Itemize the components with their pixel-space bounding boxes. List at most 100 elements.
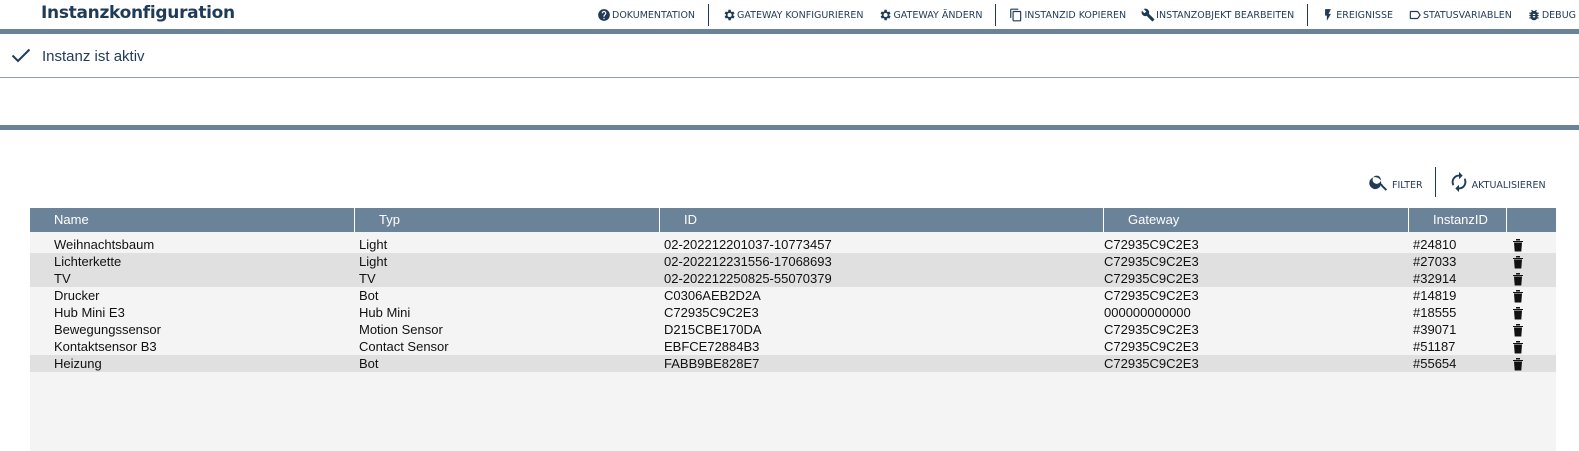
events-label: EREIGNISSE: [1336, 9, 1393, 21]
cell-type: Contact Sensor: [359, 339, 449, 354]
cell-instance-id: #55654: [1413, 356, 1457, 371]
toolbar-divider: [1307, 4, 1309, 26]
gear-icon: [724, 9, 735, 21]
cell-gateway: C72935C9C2E3: [1104, 271, 1199, 286]
cell-name: TV: [54, 271, 71, 286]
bug-icon: [1529, 9, 1539, 21]
table-row[interactable]: Kontaktsensor B3 Contact Sensor EBFCE728…: [30, 338, 1556, 355]
debug-label: DEBUG: [1541, 9, 1577, 21]
cell-type: Hub Mini: [359, 305, 411, 320]
trash-icon[interactable]: [1512, 323, 1524, 337]
status-variables-label: STATUSVARIABLEN: [1423, 9, 1512, 21]
list-actions: FILTER AKTUALISIEREN: [1368, 166, 1546, 198]
table-row[interactable]: Lichterkette Light 02-202212231556-17068…: [30, 253, 1556, 270]
cell-gateway: C72935C9C2E3: [1104, 237, 1199, 252]
column-header-gateway[interactable]: Gateway: [1103, 208, 1408, 232]
check-icon: [11, 48, 31, 63]
documentation-label: DOKUMENTATION: [612, 9, 696, 21]
gear-icon: [881, 9, 892, 21]
cell-type: Motion Sensor: [359, 322, 443, 337]
copy-instance-id-label: INSTANZID KOPIEREN: [1024, 9, 1127, 21]
cell-name: Bewegungssensor: [54, 322, 161, 337]
cell-id: C0306AEB2D2A: [664, 288, 761, 303]
top-bar: Instanzkonfiguration DOKUMENTATION GATEW…: [0, 0, 1579, 29]
label-icon: [1409, 10, 1421, 20]
refresh-label: AKTUALISIEREN: [1471, 180, 1546, 191]
filter-label: FILTER: [1392, 180, 1423, 191]
cell-id: FABB9BE828E7: [664, 356, 760, 371]
toolbar-divider: [708, 4, 710, 26]
instance-status: Instanz ist aktiv: [0, 34, 1579, 77]
column-header-type[interactable]: Typ: [354, 208, 659, 232]
table-body: Weihnachtsbaum Light 02-202212201037-107…: [30, 236, 1556, 372]
section-divider: [0, 125, 1579, 130]
cell-id: 02-202212250825-55070379: [664, 271, 832, 286]
table-header: Name Typ ID Gateway InstanzID: [30, 208, 1556, 232]
cell-instance-id: #18555: [1413, 305, 1457, 320]
gateway-change-label: GATEWAY ÄNDERN: [893, 9, 983, 21]
cell-instance-id: #27033: [1413, 254, 1457, 269]
column-header-name[interactable]: Name: [30, 208, 354, 232]
cell-id: D215CBE170DA: [664, 322, 762, 337]
cell-type: Bot: [359, 288, 379, 303]
refresh-button[interactable]: AKTUALISIEREN: [1448, 171, 1546, 193]
cell-type: TV: [359, 271, 376, 286]
table-row[interactable]: TV TV 02-202212250825-55070379 C72935C9C…: [30, 270, 1556, 287]
documentation-button[interactable]: DOKUMENTATION: [597, 5, 695, 25]
cell-gateway: C72935C9C2E3: [1104, 288, 1199, 303]
events-button[interactable]: EREIGNISSE: [1321, 5, 1393, 25]
cell-name: Kontaktsensor B3: [54, 339, 157, 354]
cell-gateway: C72935C9C2E3: [1104, 339, 1199, 354]
help-circle-icon: [598, 9, 610, 21]
cell-instance-id: #39071: [1413, 322, 1457, 337]
cell-id: C72935C9C2E3: [664, 305, 759, 320]
trash-icon[interactable]: [1512, 306, 1524, 320]
trash-icon[interactable]: [1512, 238, 1524, 252]
edit-instance-object-label: INSTANZOBJEKT BEARBEITEN: [1156, 9, 1295, 21]
toolbar-divider: [995, 4, 997, 26]
edit-instance-object-button[interactable]: INSTANZOBJEKT BEARBEITEN: [1141, 5, 1294, 25]
cell-gateway: C72935C9C2E3: [1104, 322, 1199, 337]
trash-icon[interactable]: [1512, 357, 1524, 371]
cell-id: EBFCE72884B3: [664, 339, 760, 354]
cell-name: Drucker: [54, 288, 100, 303]
trash-icon[interactable]: [1512, 340, 1524, 354]
column-header-actions: [1506, 208, 1556, 232]
cell-id: 02-202212201037-10773457: [664, 237, 832, 252]
instance-table: Name Typ ID Gateway InstanzID Weihnachts…: [30, 208, 1556, 451]
cell-instance-id: #51187: [1413, 339, 1456, 354]
trash-icon[interactable]: [1512, 289, 1524, 303]
table-row[interactable]: Bewegungssensor Motion Sensor D215CBE170…: [30, 321, 1556, 338]
trash-icon[interactable]: [1512, 272, 1524, 286]
cell-gateway: C72935C9C2E3: [1104, 356, 1199, 371]
cell-gateway: C72935C9C2E3: [1104, 254, 1199, 269]
cell-instance-id: #24810: [1413, 237, 1457, 252]
trash-icon[interactable]: [1512, 255, 1524, 269]
refresh-icon: [1451, 171, 1466, 193]
flash-icon: [1325, 9, 1332, 21]
cell-type: Light: [359, 254, 388, 269]
copy-instance-id-button[interactable]: INSTANZID KOPIEREN: [1009, 5, 1126, 25]
toolbar: DOKUMENTATION GATEWAY KONFIGURIEREN GATE…: [597, 4, 1576, 26]
table-row[interactable]: Heizung Bot FABB9BE828E7 C72935C9C2E3 #5…: [30, 355, 1556, 372]
status-text: Instanz ist aktiv: [42, 48, 145, 65]
cell-gateway: 000000000000: [1104, 305, 1191, 320]
status-variables-button[interactable]: STATUSVARIABLEN: [1408, 5, 1512, 25]
table-row[interactable]: Weihnachtsbaum Light 02-202212201037-107…: [30, 236, 1556, 253]
column-header-instance-id[interactable]: InstanzID: [1408, 208, 1506, 232]
debug-button[interactable]: DEBUG: [1527, 5, 1576, 25]
gateway-change-button[interactable]: GATEWAY ÄNDERN: [878, 5, 982, 25]
cell-name: Lichterkette: [54, 254, 122, 269]
cell-instance-id: #14819: [1413, 288, 1457, 303]
gateway-configure-button[interactable]: GATEWAY KONFIGURIEREN: [722, 5, 863, 25]
status-divider: [0, 77, 1579, 78]
table-row[interactable]: Hub Mini E3 Hub Mini C72935C9C2E3 000000…: [30, 304, 1556, 321]
actions-divider: [1434, 167, 1436, 197]
filter-button[interactable]: FILTER: [1368, 171, 1423, 193]
page-title: Instanzkonfiguration: [41, 3, 235, 23]
cell-type: Light: [359, 237, 388, 252]
table-row[interactable]: Drucker Bot C0306AEB2D2A C72935C9C2E3 #1…: [30, 287, 1556, 304]
cell-name: Hub Mini E3: [54, 305, 125, 320]
column-header-id[interactable]: ID: [659, 208, 1103, 232]
gateway-configure-label: GATEWAY KONFIGURIEREN: [737, 9, 864, 21]
